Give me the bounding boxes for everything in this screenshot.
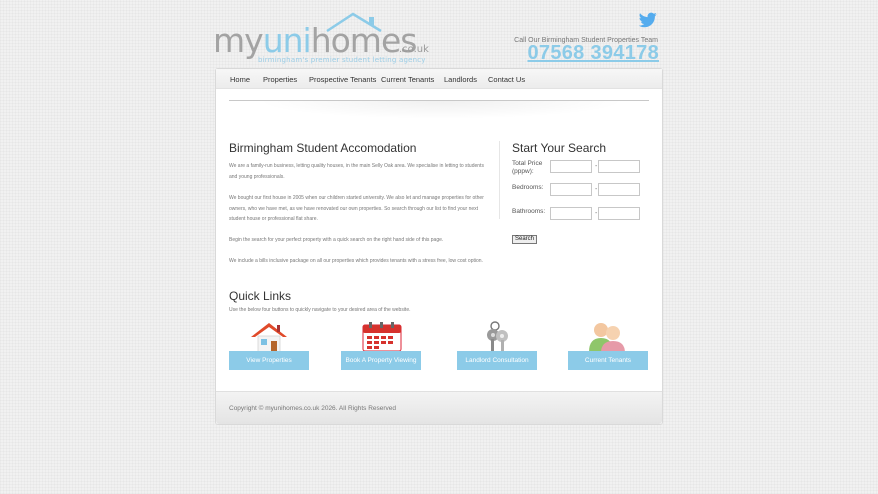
nav-item-landlords[interactable]: Landlords: [444, 75, 477, 84]
intro-paragraph: We are a family-run business, letting qu…: [229, 163, 484, 180]
search-button[interactable]: Search: [512, 235, 538, 244]
calendar-icon[interactable]: [362, 322, 402, 352]
bathrooms-max-input[interactable]: [598, 207, 640, 220]
landlord-consultation-button[interactable]: Landlord Consultation: [457, 351, 537, 370]
site-footer: Copyright © myunihomes.co.uk 2026. All R…: [216, 391, 662, 424]
nav-item-current-tenants[interactable]: Current Tenants: [381, 75, 434, 84]
bathrooms-label: Bathrooms:: [512, 208, 546, 215]
book-viewing-button[interactable]: Book A Property Viewing: [341, 351, 421, 370]
twitter-icon[interactable]: [639, 12, 657, 28]
copyright-text: Copyright © myunihomes.co.uk 2026. All R…: [229, 405, 397, 412]
site-logo[interactable]: myunihomes .co.uk birmingham's premier s…: [213, 10, 429, 66]
logo-wordmark: myunihomes: [213, 21, 417, 60]
intro-paragraph: We bought our first house in 2005 when o…: [229, 195, 484, 222]
quick-links-description: Use the below four buttons to quickly na…: [229, 307, 411, 313]
bathrooms-min-input[interactable]: [550, 207, 592, 220]
divider-shadow: [256, 101, 626, 119]
keys-icon[interactable]: [482, 321, 514, 353]
bedrooms-dash: -: [595, 186, 598, 193]
logo-my: my: [213, 21, 264, 60]
logo-domain: .co.uk: [399, 44, 429, 55]
bathrooms-dash: -: [595, 210, 598, 217]
view-properties-button[interactable]: View Properties: [229, 351, 309, 370]
nav-item-prospective-tenants[interactable]: Prospective Tenants: [309, 75, 376, 84]
site-header: myunihomes .co.uk birmingham's premier s…: [0, 0, 878, 68]
nav-item-home[interactable]: Home: [230, 75, 250, 84]
intro-title: Birmingham Student Accomodation: [229, 141, 417, 155]
intro-paragraph: Begin the search for your perfect proper…: [229, 237, 444, 243]
house-icon[interactable]: [249, 321, 289, 353]
bedrooms-max-input[interactable]: [598, 183, 640, 196]
nav-item-contact-us[interactable]: Contact Us: [488, 75, 525, 84]
quick-links-title: Quick Links: [229, 289, 292, 303]
people-icon[interactable]: [587, 321, 627, 353]
logo-uni: uni: [262, 21, 312, 60]
main-container: Home Properties Prospective Tenants Curr…: [215, 68, 663, 425]
column-divider: [499, 141, 500, 219]
intro-paragraph: We include a bills inclusive package on …: [229, 258, 483, 264]
nav-item-properties[interactable]: Properties: [263, 75, 297, 84]
logo-tagline: birmingham's premier student letting age…: [258, 56, 426, 64]
search-title: Start Your Search: [512, 141, 607, 155]
bedrooms-min-input[interactable]: [550, 183, 592, 196]
current-tenants-button[interactable]: Current Tenants: [568, 351, 648, 370]
main-nav: Home Properties Prospective Tenants Curr…: [216, 69, 662, 89]
price-dash: -: [595, 163, 598, 170]
price-max-input[interactable]: [598, 160, 640, 173]
bedrooms-label: Bedrooms:: [512, 184, 544, 191]
phone-number-link[interactable]: 07568 394178: [527, 42, 659, 65]
price-label: Total Price (pppw):: [512, 160, 543, 175]
price-min-input[interactable]: [550, 160, 592, 173]
